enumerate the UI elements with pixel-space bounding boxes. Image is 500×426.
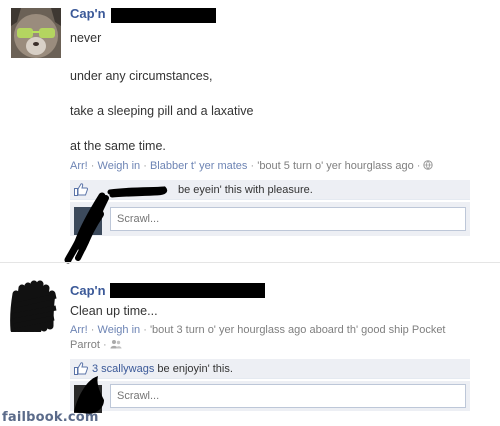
like-sentence: 3 scallywags be enjoyin' this.	[70, 359, 470, 379]
timestamp[interactable]: 'bout 5 turn o' yer hourglass ago	[257, 160, 413, 172]
message-line: Clean up time...	[70, 304, 158, 318]
arr-link[interactable]: Arr!	[70, 160, 88, 172]
friends-icon	[110, 339, 122, 351]
story-post-1: Cap'n never under any circumstances, tak…	[0, 0, 500, 264]
scribble-mark	[64, 186, 168, 264]
globe-icon	[423, 160, 434, 172]
message-line: never	[70, 31, 102, 45]
message-line: under any circumstances,	[70, 69, 213, 83]
author-name[interactable]: Cap'n	[70, 283, 106, 298]
avatar[interactable]	[10, 280, 58, 332]
comment-box	[70, 381, 470, 413]
like-text: be enjoyin' this.	[157, 363, 233, 375]
timestamp-cont[interactable]: Parrot	[70, 339, 100, 351]
watermark: failbook.com	[2, 410, 99, 425]
redaction-bar	[111, 8, 216, 23]
share-link[interactable]: Blabber t' yer mates	[150, 160, 247, 172]
author-name[interactable]: Cap'n	[70, 6, 106, 21]
avatar[interactable]	[11, 8, 61, 58]
weigh-in-link[interactable]: Weigh in	[98, 324, 141, 336]
story-actions: Arr! · Weigh in · Blabber t' yer mates ·…	[70, 159, 434, 174]
message-line: at the same time.	[70, 139, 166, 153]
timestamp[interactable]: 'bout 3 turn o' yer hourglass ago aboard…	[150, 324, 446, 336]
story-actions: Arr! · Weigh in · 'bout 3 turn o' yer ho…	[70, 324, 446, 351]
weigh-in-link[interactable]: Weigh in	[98, 160, 141, 172]
redaction-bar	[110, 283, 265, 298]
comment-input[interactable]	[110, 384, 466, 408]
like-text: be eyein' this with pleasure.	[178, 184, 313, 196]
story-post-2: Cap'n Clean up time... Arr! · Weigh in ·…	[0, 262, 500, 426]
arr-link[interactable]: Arr!	[70, 324, 88, 336]
message-line: take a sleeping pill and a laxative	[70, 104, 254, 118]
